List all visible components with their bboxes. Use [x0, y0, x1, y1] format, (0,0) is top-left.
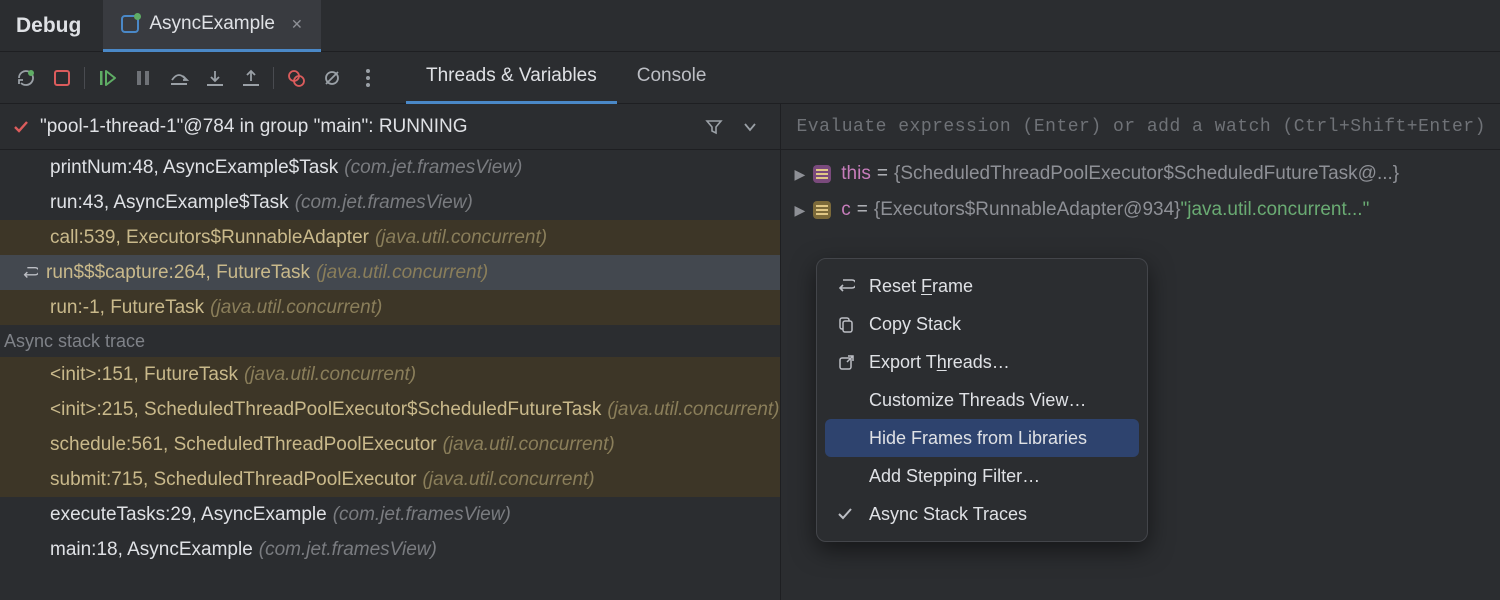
- frame-signature: <init>:215, ScheduledThreadPoolExecutor$…: [50, 399, 601, 421]
- step-into-button[interactable]: [197, 60, 233, 96]
- frame-package: (com.jet.framesView): [295, 192, 473, 214]
- frame-signature: run:-1, FutureTask: [50, 297, 204, 319]
- variable-row[interactable]: ▶c = {Executors$RunnableAdapter@934} "ja…: [781, 192, 1500, 228]
- menu-label: Add Stepping Filter…: [869, 466, 1040, 487]
- variable-name: c: [841, 199, 851, 221]
- frame-signature: call:539, Executors$RunnableAdapter: [50, 227, 369, 249]
- debug-toolbar: Threads & Variables Console: [0, 52, 1500, 104]
- reset-icon: [837, 277, 859, 295]
- menu-customize-view[interactable]: Customize Threads View…: [825, 381, 1139, 419]
- chevron-right-icon[interactable]: ▶: [795, 166, 806, 183]
- thread-selector[interactable]: "pool-1-thread-1"@784 in group "main": R…: [0, 104, 780, 150]
- stack-frame[interactable]: <init>:215, ScheduledThreadPoolExecutor$…: [0, 392, 780, 427]
- frame-package: (com.jet.framesView): [344, 157, 522, 179]
- stack-frame[interactable]: run:43, AsyncExample$Task (com.jet.frames…: [0, 185, 780, 220]
- menu-label: Async Stack Traces: [869, 504, 1027, 525]
- menu-label: Customize Threads View…: [869, 390, 1086, 411]
- frame-signature: printNum:48, AsyncExample$Task: [50, 157, 338, 179]
- frames-panel: "pool-1-thread-1"@784 in group "main": R…: [0, 104, 781, 600]
- menu-label: Hide Frames from Libraries: [869, 428, 1087, 449]
- chevron-down-icon[interactable]: [732, 109, 768, 145]
- separator: [273, 67, 274, 89]
- stack-frame[interactable]: run$$$capture:264, FutureTask (java.util.…: [0, 255, 780, 290]
- class-icon: [121, 15, 139, 33]
- stack-frame[interactable]: run:-1, FutureTask (java.util.concurrent): [0, 290, 780, 325]
- chevron-right-icon[interactable]: ▶: [795, 202, 806, 219]
- mute-breakpoints-button[interactable]: [314, 60, 350, 96]
- frame-package: (java.util.concurrent): [210, 297, 382, 319]
- menu-reset-frame[interactable]: Reset Frame: [825, 267, 1139, 305]
- export-icon: [837, 353, 859, 371]
- view-breakpoints-button[interactable]: [278, 60, 314, 96]
- menu-add-stepping-filter[interactable]: Add Stepping Filter…: [825, 457, 1139, 495]
- more-button[interactable]: [350, 60, 386, 96]
- variables-list[interactable]: ▶this = {ScheduledThreadPoolExecutor$Sch…: [781, 150, 1500, 228]
- menu-label: Export Threads…: [869, 352, 1010, 373]
- variable-value: {ScheduledThreadPoolExecutor$ScheduledFu…: [894, 163, 1399, 185]
- menu-label: Copy Stack: [869, 314, 961, 335]
- filter-icon[interactable]: [696, 109, 732, 145]
- close-icon[interactable]: ✕: [285, 16, 303, 33]
- stack-frame[interactable]: submit:715, ScheduledThreadPoolExecutor (…: [0, 462, 780, 497]
- frame-package: (com.jet.framesView): [259, 539, 437, 561]
- frame-package: (com.jet.framesView): [333, 504, 511, 526]
- frame-signature: executeTasks:29, AsyncExample: [50, 504, 327, 526]
- frame-signature: submit:715, ScheduledThreadPoolExecutor: [50, 469, 417, 491]
- menu-async-stack-traces[interactable]: Async Stack Traces: [825, 495, 1139, 533]
- check-icon: [837, 506, 859, 522]
- frame-package: (java.util.concurrent): [244, 364, 416, 386]
- frames-context-menu: Reset Frame Copy Stack Export Threads… C…: [816, 258, 1148, 542]
- main-split: "pool-1-thread-1"@784 in group "main": R…: [0, 104, 1500, 600]
- panel-tabs: Threads & Variables Console: [406, 52, 726, 104]
- variable-string: "java.util.concurrent...": [1181, 199, 1370, 221]
- frame-package: (java.util.concurrent): [375, 227, 547, 249]
- thread-label: "pool-1-thread-1"@784 in group "main": R…: [40, 116, 468, 138]
- stop-button[interactable]: [44, 60, 80, 96]
- field-icon: [813, 201, 831, 219]
- frame-package: (java.util.concurrent): [607, 399, 779, 421]
- frame-signature: run$$$capture:264, FutureTask: [46, 262, 310, 284]
- stack-frame[interactable]: schedule:561, ScheduledThreadPoolExecuto…: [0, 427, 780, 462]
- variable-name: this: [841, 163, 871, 185]
- variable-row[interactable]: ▶this = {ScheduledThreadPoolExecutor$Sch…: [781, 156, 1500, 192]
- stack-frame[interactable]: call:539, Executors$RunnableAdapter (java…: [0, 220, 780, 255]
- separator: [84, 67, 85, 89]
- evaluate-input[interactable]: Evaluate expression (Enter) or add a wat…: [781, 104, 1500, 150]
- menu-label: Reset Frame: [869, 276, 973, 297]
- step-over-button[interactable]: [161, 60, 197, 96]
- stack-frame[interactable]: <init>:151, FutureTask (java.util.concurr…: [0, 357, 780, 392]
- pause-button[interactable]: [125, 60, 161, 96]
- tab-label: AsyncExample: [149, 13, 275, 35]
- tab-console[interactable]: Console: [617, 52, 727, 104]
- top-row: Debug AsyncExample ✕: [0, 0, 1500, 52]
- menu-export-threads[interactable]: Export Threads…: [825, 343, 1139, 381]
- tab-threads-variables[interactable]: Threads & Variables: [406, 52, 617, 104]
- reset-frame-icon: [22, 265, 38, 281]
- frame-package: (java.util.concurrent): [316, 262, 488, 284]
- frame-signature: main:18, AsyncExample: [50, 539, 253, 561]
- frame-signature: run:43, AsyncExample$Task: [50, 192, 289, 214]
- frames-list[interactable]: printNum:48, AsyncExample$Task (com.jet.f…: [0, 150, 780, 600]
- field-icon: [813, 165, 831, 183]
- variable-value: {Executors$RunnableAdapter@934}: [874, 199, 1181, 221]
- tab-run-config[interactable]: AsyncExample ✕: [103, 0, 320, 52]
- resume-button[interactable]: [89, 60, 125, 96]
- stack-frame[interactable]: printNum:48, AsyncExample$Task (com.jet.f…: [0, 150, 780, 185]
- frame-package: (java.util.concurrent): [443, 434, 615, 456]
- frame-signature: <init>:151, FutureTask: [50, 364, 238, 386]
- menu-hide-library-frames[interactable]: Hide Frames from Libraries: [825, 419, 1139, 457]
- frame-signature: schedule:561, ScheduledThreadPoolExecuto…: [50, 434, 437, 456]
- frame-package: (java.util.concurrent): [423, 469, 595, 491]
- check-icon: [12, 118, 30, 136]
- debug-tool-title: Debug: [0, 14, 103, 38]
- menu-copy-stack[interactable]: Copy Stack: [825, 305, 1139, 343]
- stack-frame[interactable]: main:18, AsyncExample (com.jet.framesView…: [0, 532, 780, 567]
- copy-icon: [837, 315, 859, 333]
- async-section-label: Async stack trace: [0, 325, 780, 357]
- stack-frame[interactable]: executeTasks:29, AsyncExample (com.jet.fr…: [0, 497, 780, 532]
- rerun-button[interactable]: [8, 60, 44, 96]
- step-out-button[interactable]: [233, 60, 269, 96]
